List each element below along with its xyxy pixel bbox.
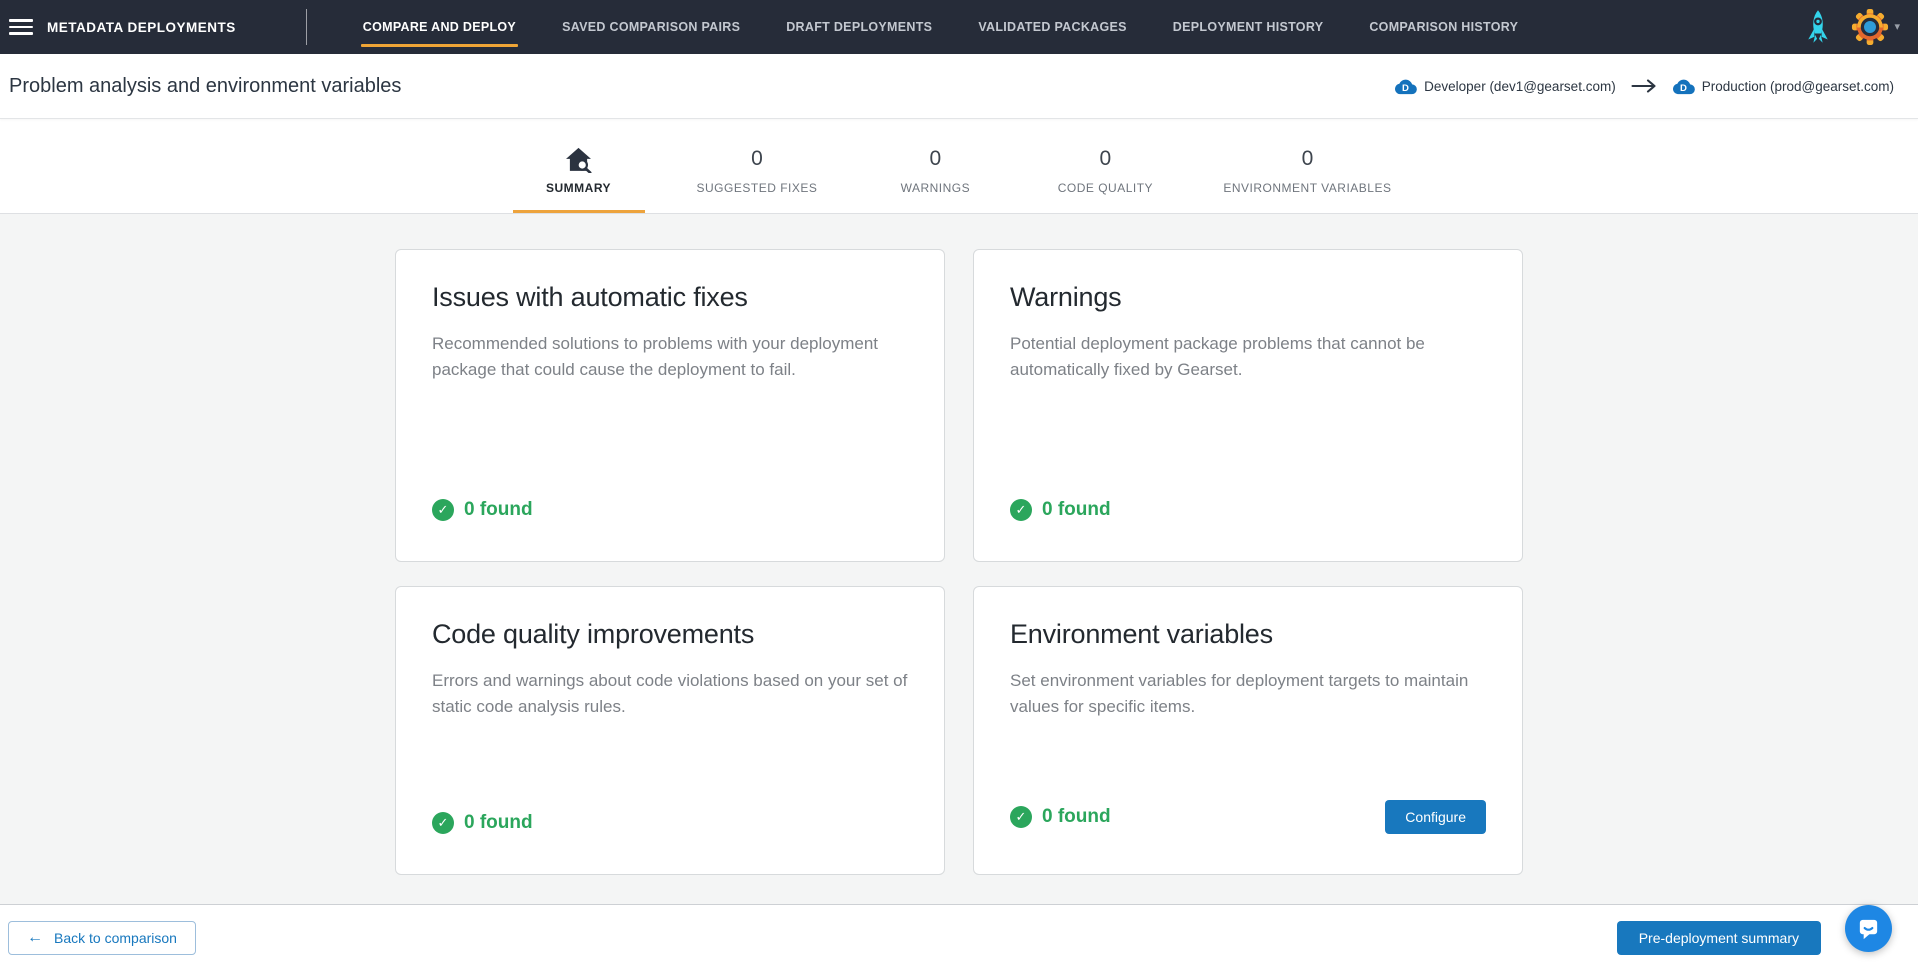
- tab-summary-label: SUMMARY: [546, 181, 611, 195]
- action-footer: ← Back to comparison Pre-deployment summ…: [0, 904, 1918, 971]
- card-title: Environment variables: [1010, 619, 1486, 650]
- card-description: Errors and warnings about code violation…: [432, 668, 908, 719]
- hamburger-menu-icon[interactable]: [9, 15, 33, 39]
- source-org-label: Developer (dev1@gearset.com): [1424, 79, 1616, 94]
- check-circle-icon: ✓: [1010, 806, 1032, 828]
- tab-environment-variables-count: 0: [1302, 145, 1314, 173]
- top-navbar: METADATA DEPLOYMENTS COMPARE AND DEPLOY …: [0, 0, 1918, 54]
- home-search-icon: [565, 146, 592, 173]
- status-text: 0 found: [1042, 499, 1111, 521]
- page-header: Problem analysis and environment variabl…: [0, 54, 1918, 119]
- app-window: METADATA DEPLOYMENTS COMPARE AND DEPLOY …: [0, 0, 1918, 971]
- nav-item-deployment-history[interactable]: DEPLOYMENT HISTORY: [1173, 0, 1324, 54]
- target-org: D Production (prod@gearset.com): [1672, 78, 1894, 95]
- account-menu-button[interactable]: ▾: [1851, 8, 1900, 46]
- tab-code-quality-count: 0: [1100, 145, 1112, 173]
- card-title: Code quality improvements: [432, 619, 908, 650]
- navbar-right-controls: ▾: [1805, 8, 1900, 46]
- tab-warnings-label: WARNINGS: [901, 181, 971, 195]
- status-text: 0 found: [1042, 806, 1111, 828]
- status-badge: ✓ 0 found: [1010, 806, 1111, 828]
- chevron-down-icon: ▾: [1894, 22, 1900, 33]
- tab-warnings-count: 0: [930, 145, 942, 173]
- tab-warnings[interactable]: 0 WARNINGS: [869, 119, 1001, 213]
- source-org: D Developer (dev1@gearset.com): [1394, 78, 1616, 95]
- chat-launcher-button[interactable]: [1845, 905, 1892, 952]
- main-content: Issues with automatic fixes Recommended …: [0, 214, 1918, 904]
- status-badge: ✓ 0 found: [432, 812, 533, 834]
- svg-text:D: D: [1402, 82, 1409, 93]
- card-description: Set environment variables for deployment…: [1010, 668, 1486, 719]
- rocket-icon[interactable]: [1805, 9, 1831, 45]
- status-text: 0 found: [464, 499, 533, 521]
- check-circle-icon: ✓: [1010, 499, 1032, 521]
- tab-environment-variables[interactable]: 0 ENVIRONMENT VARIABLES: [1209, 119, 1405, 213]
- tab-suggested-fixes-label: SUGGESTED FIXES: [697, 181, 818, 195]
- summary-card-grid: Issues with automatic fixes Recommended …: [395, 249, 1523, 875]
- tab-code-quality-label: CODE QUALITY: [1058, 181, 1153, 195]
- tab-environment-variables-label: ENVIRONMENT VARIABLES: [1223, 181, 1391, 195]
- card-title: Issues with automatic fixes: [432, 282, 908, 313]
- back-to-comparison-button[interactable]: ← Back to comparison: [8, 921, 196, 955]
- tab-code-quality[interactable]: 0 CODE QUALITY: [1039, 119, 1171, 213]
- rocket-icon-svg: [1805, 9, 1831, 45]
- pre-deployment-summary-button[interactable]: Pre-deployment summary: [1617, 921, 1821, 955]
- nav-item-saved-comparison-pairs[interactable]: SAVED COMPARISON PAIRS: [562, 0, 740, 54]
- analysis-tabs: SUMMARY 0 SUGGESTED FIXES 0 WARNINGS 0 C…: [513, 119, 1406, 213]
- nav-item-comparison-history[interactable]: COMPARISON HISTORY: [1369, 0, 1518, 54]
- nav-item-draft-deployments[interactable]: DRAFT DEPLOYMENTS: [786, 0, 932, 54]
- card-environment-variables: Environment variables Set environment va…: [973, 586, 1523, 875]
- card-warnings: Warnings Potential deployment package pr…: [973, 249, 1523, 562]
- status-badge: ✓ 0 found: [432, 499, 533, 521]
- card-issues-with-automatic-fixes: Issues with automatic fixes Recommended …: [395, 249, 945, 562]
- navbar-divider: [306, 9, 307, 45]
- card-description: Potential deployment package problems th…: [1010, 331, 1486, 382]
- configure-button[interactable]: Configure: [1385, 800, 1486, 834]
- transfer-arrow-icon: [1631, 79, 1657, 93]
- analysis-tab-strip: SUMMARY 0 SUGGESTED FIXES 0 WARNINGS 0 C…: [0, 119, 1918, 214]
- left-arrow-icon: ←: [27, 930, 43, 946]
- primary-nav: COMPARE AND DEPLOY SAVED COMPARISON PAIR…: [363, 0, 1519, 54]
- svg-text:D: D: [1680, 82, 1687, 93]
- cloud-org-icon: D: [1394, 78, 1417, 95]
- gearset-avatar-icon: [1851, 8, 1889, 46]
- tab-suggested-fixes[interactable]: 0 SUGGESTED FIXES: [683, 119, 832, 213]
- back-button-label: Back to comparison: [54, 930, 177, 946]
- card-description: Recommended solutions to problems with y…: [432, 331, 908, 382]
- page-title: Problem analysis and environment variabl…: [9, 75, 401, 98]
- check-circle-icon: ✓: [432, 499, 454, 521]
- card-code-quality-improvements: Code quality improvements Errors and war…: [395, 586, 945, 875]
- org-pair: D Developer (dev1@gearset.com) D Product…: [1394, 78, 1894, 95]
- status-badge: ✓ 0 found: [1010, 499, 1111, 521]
- nav-item-compare-and-deploy[interactable]: COMPARE AND DEPLOY: [363, 0, 516, 54]
- nav-item-validated-packages[interactable]: VALIDATED PACKAGES: [978, 0, 1126, 54]
- chat-bubble-icon: [1856, 916, 1881, 941]
- tab-suggested-fixes-count: 0: [751, 145, 763, 173]
- cloud-org-icon: D: [1672, 78, 1695, 95]
- target-org-label: Production (prod@gearset.com): [1702, 79, 1894, 94]
- status-text: 0 found: [464, 812, 533, 834]
- app-brand-title: METADATA DEPLOYMENTS: [47, 20, 236, 35]
- check-circle-icon: ✓: [432, 812, 454, 834]
- tab-summary[interactable]: SUMMARY: [513, 119, 645, 213]
- card-title: Warnings: [1010, 282, 1486, 313]
